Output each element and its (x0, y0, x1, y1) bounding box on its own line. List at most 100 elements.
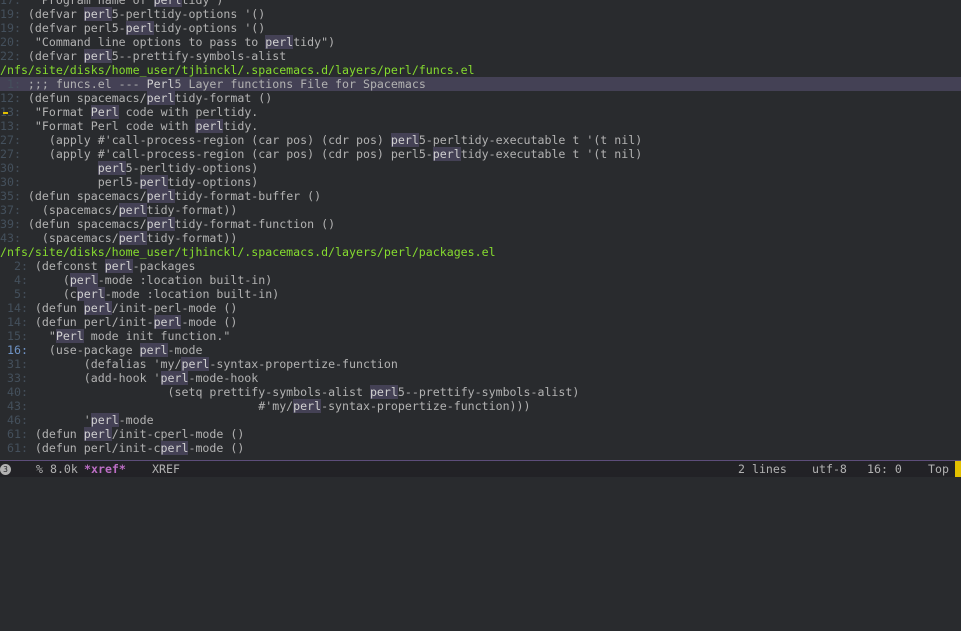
xref-match-line[interactable]: 19: (defvar perl5-perltidy-options '() (0, 7, 961, 21)
match-highlight: perl (97, 161, 126, 175)
match-text: (apply #'call-process-region (car pos) (… (20, 147, 433, 161)
xref-match-line[interactable]: 4: (perl-mode :location built-in) (0, 273, 961, 287)
match-text: (apply #'call-process-region (car pos) (… (20, 133, 391, 147)
xref-match-line[interactable]: 19: (defvar perl5-perltidy-options '() (0, 21, 961, 35)
match-highlight: perl (125, 21, 154, 35)
match-count: 2 lines (738, 462, 787, 476)
file-path[interactable]: /nfs/site/disks/home_user/tjhinckl/.spac… (0, 245, 496, 259)
xref-match-line[interactable]: 16: (use-package perl-mode (0, 343, 961, 357)
xref-match-line[interactable]: 14: (defun perl/init-perl-mode () (0, 315, 961, 329)
line-number: 39: (0, 217, 21, 231)
buffer-size: % 8.0k (36, 462, 78, 476)
encoding[interactable]: utf-8 (812, 461, 847, 478)
line-number: 31: (0, 357, 28, 371)
xref-match-line[interactable]: 5: (cperl-mode :location built-in) (0, 287, 961, 301)
xref-match-line[interactable]: 35: (defun spacemacs/perltidy-format-buf… (0, 189, 961, 203)
match-rest: tidy. (223, 119, 259, 133)
line-number: 17: (0, 0, 21, 7)
match-rest: tidy-options) (167, 175, 259, 189)
line-number: 37: (0, 203, 21, 217)
xref-match-line[interactable]: 27: (apply #'call-process-region (car po… (0, 133, 961, 147)
match-text: (defconst (27, 259, 105, 273)
match-rest: tidy") (181, 0, 224, 7)
line-number: 12: (0, 91, 21, 105)
match-text (21, 161, 98, 175)
xref-match-line[interactable]: 30: perl5-perltidy-options) (0, 161, 961, 175)
line-number: 22: (0, 49, 21, 63)
mode-line: 3 % 8.0k *xref* XREF 2 lines utf-8 16: 0… (0, 460, 961, 478)
match-text: (spacemacs/ (20, 203, 119, 217)
match-text: "Format Perl code with (20, 119, 196, 133)
xref-match-line[interactable]: 43: #'my/perl-syntax-propertize-function… (0, 399, 961, 413)
xref-match-line[interactable]: 13: "Format Perl code with perltidy. (0, 119, 961, 133)
match-text: (defun spacemacs/ (20, 91, 147, 105)
match-rest: -mode :location built-in) (97, 273, 273, 287)
line-number: 40: (0, 385, 28, 399)
line-number: 2: (0, 259, 28, 273)
match-rest: 5-perltidy-executable t '(t nil) (418, 133, 643, 147)
match-text: ' (27, 413, 91, 427)
xref-match-line[interactable]: 40: (setq prettify-symbols-alist perl5--… (0, 385, 961, 399)
line-number: 27: (0, 133, 21, 147)
match-highlight: perl (83, 301, 112, 315)
match-highlight: Perl (55, 329, 84, 343)
xref-match-line[interactable]: 2: (defconst perl-packages (0, 259, 961, 273)
match-rest: -mode () (188, 441, 245, 455)
window-number-badge[interactable]: 3 (0, 464, 11, 475)
xref-match-line[interactable]: 37: (spacemacs/perltidy-format)) (0, 203, 961, 217)
xref-match-line[interactable]: 61: (defun perl/init-cperl-mode () (0, 427, 961, 441)
xref-buffer[interactable]: 17: "Program name of perltidy") 19: (defv… (0, 0, 961, 460)
match-highlight: perl (293, 399, 322, 413)
line-number: 4: (0, 273, 28, 287)
match-rest: tidy-format-buffer () (174, 189, 322, 203)
xref-match-line[interactable]: 1: ;;; funcs.el --- Perl5 Layer function… (0, 77, 961, 91)
line-number: 46: (0, 413, 28, 427)
xref-match-line[interactable]: 15: "Perl mode init function." (0, 329, 961, 343)
xref-match-line[interactable]: 39: (defun spacemacs/perltidy-format-fun… (0, 217, 961, 231)
line-number: 19: (0, 21, 21, 35)
match-text: "Command line options to pass to (20, 35, 266, 49)
match-rest: tidy") (293, 35, 336, 49)
line-number: 61: (0, 441, 28, 455)
xref-match-line[interactable]: 43: (spacemacs/perltidy-format)) (0, 231, 961, 245)
xref-file-header[interactable]: /nfs/site/disks/home_user/tjhinckl/.spac… (0, 63, 961, 77)
buffer-name[interactable]: *xref* (84, 461, 126, 478)
match-highlight: perl (139, 175, 168, 189)
line-number: 13: (0, 119, 21, 133)
file-path[interactable]: /nfs/site/disks/home_user/tjhinckl/.spac… (0, 63, 475, 77)
match-highlight: perl (76, 287, 105, 301)
match-rest: mode init function." (83, 329, 231, 343)
match-text: (use-package (27, 343, 140, 357)
xref-match-line[interactable]: 46: 'perl-mode (0, 413, 961, 427)
xref-match-line[interactable]: 33: (add-hook 'perl-mode-hook (0, 371, 961, 385)
cursor-position: 16: 0 (867, 462, 902, 476)
line-number: 5: (0, 287, 28, 301)
match-rest: -mode () (181, 315, 238, 329)
match-text: (add-hook ' (27, 371, 161, 385)
xref-match-line[interactable]: 13: "Format Perl code with perltidy. (0, 105, 961, 119)
xref-match-line[interactable]: 30: perl5-perltidy-options) (0, 175, 961, 189)
text-cursor (3, 112, 8, 114)
match-highlight: perl (153, 0, 182, 7)
major-mode[interactable]: XREF (152, 461, 180, 478)
match-highlight: perl (104, 259, 133, 273)
line-number: 33: (0, 371, 28, 385)
xref-match-line[interactable]: 22: (defvar perl5--prettify-symbols-alis… (0, 49, 961, 63)
match-text: ;;; funcs.el --- (20, 77, 147, 91)
match-highlight: perl (83, 49, 112, 63)
match-text: (spacemacs/ (20, 231, 119, 245)
xref-match-line[interactable]: 27: (apply #'call-process-region (car po… (0, 147, 961, 161)
xref-match-line[interactable]: 12: (defun spacemacs/perltidy-format () (0, 91, 961, 105)
xref-match-line[interactable]: 31: (defalias 'my/perl-syntax-propertize… (0, 357, 961, 371)
xref-match-line[interactable]: 14: (defun perl/init-perl-mode () (0, 301, 961, 315)
line-number: 30: (0, 161, 21, 175)
xref-match-line[interactable]: 17: "Program name of perltidy") (0, 0, 961, 7)
match-text: (defvar (20, 7, 84, 21)
line-number: 35: (0, 189, 21, 203)
xref-match-line[interactable]: 20: "Command line options to pass to per… (0, 35, 961, 49)
match-rest: -syntax-propertize-function (209, 357, 398, 371)
xref-match-line[interactable]: 61: (defun perl/init-cperl-mode () (0, 441, 961, 455)
match-rest: /init-perl-mode () (111, 301, 238, 315)
match-rest: -mode (118, 413, 154, 427)
xref-file-header[interactable]: /nfs/site/disks/home_user/tjhinckl/.spac… (0, 245, 961, 259)
